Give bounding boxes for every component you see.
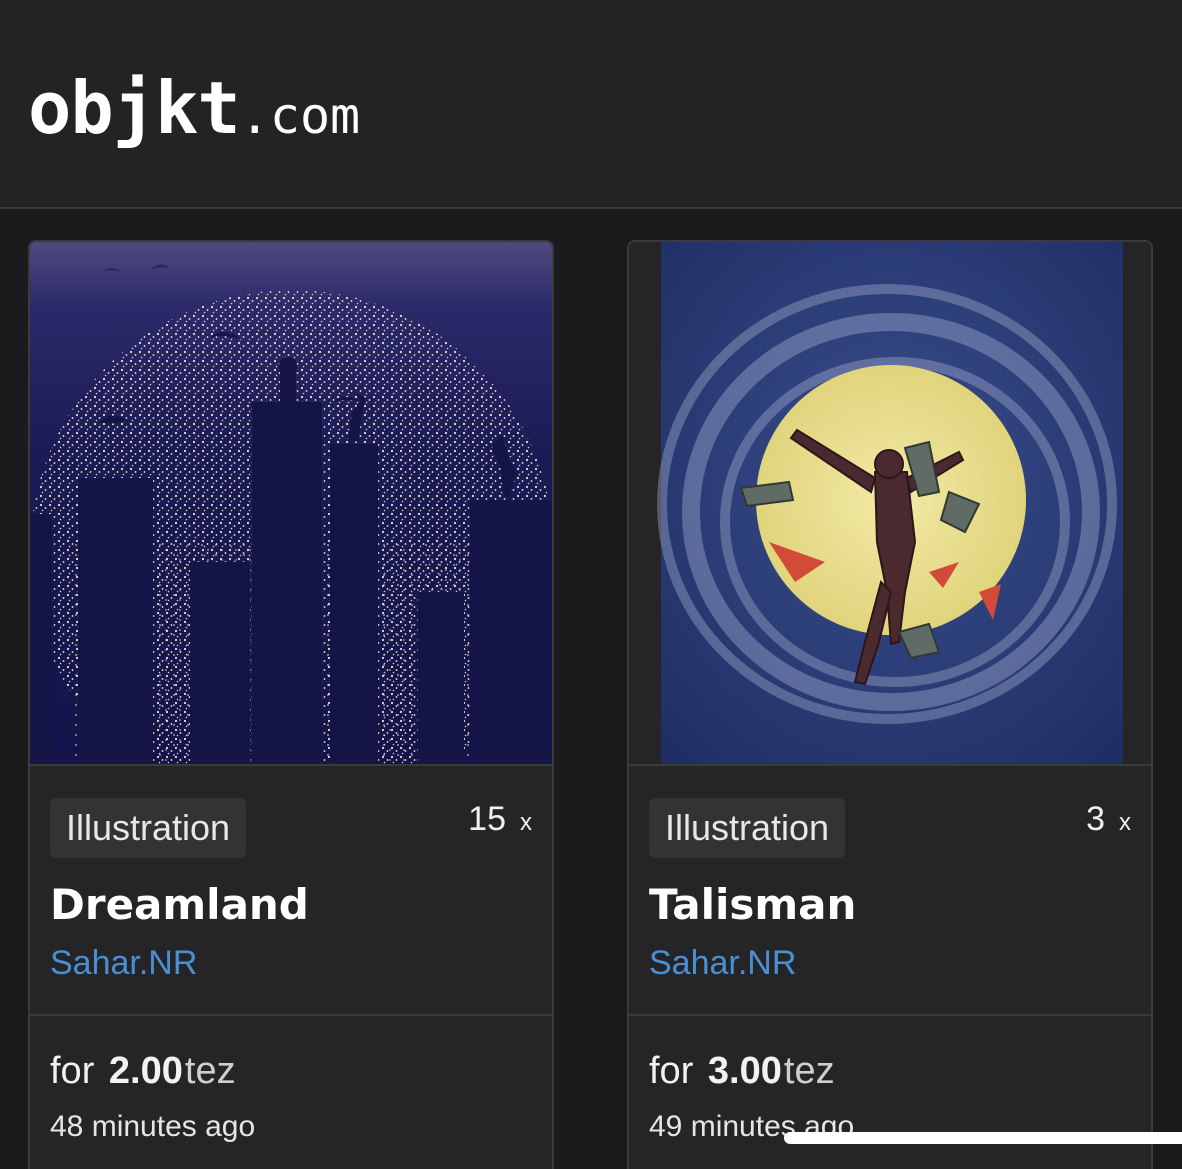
price-prefix: for bbox=[649, 1050, 694, 1092]
logo-tld-text: .com bbox=[239, 87, 361, 145]
artwork-thumbnail-talisman[interactable] bbox=[629, 242, 1151, 766]
artwork-card[interactable]: Illustration 3x Talisman Sahar.NR for 3.… bbox=[627, 240, 1153, 1169]
price-unit: tez bbox=[184, 1050, 236, 1092]
edition-count-suffix: x bbox=[520, 809, 532, 836]
edition-count-number: 15 bbox=[468, 800, 506, 838]
sale-info: for 3.00tez 49 minutes ago bbox=[629, 1018, 1151, 1169]
artwork-thumbnail-dreamland[interactable] bbox=[30, 242, 552, 766]
sale-info: for 2.00tez 48 minutes ago bbox=[30, 1018, 552, 1169]
artwork-info: Illustration 15 x Dreamland Sahar.NR bbox=[30, 768, 552, 1016]
site-logo[interactable]: objkt.com bbox=[28, 66, 360, 150]
sale-time: 48 minutes ago bbox=[50, 1110, 256, 1143]
artwork-title[interactable]: Talisman bbox=[649, 880, 856, 929]
edition-count-number: 3 bbox=[1086, 800, 1105, 838]
sale-price: for 3.00tez bbox=[649, 1050, 835, 1093]
edition-count: 15 x bbox=[468, 800, 532, 839]
edition-count-suffix: x bbox=[1119, 809, 1131, 836]
horizontal-scrollbar[interactable] bbox=[784, 1132, 1182, 1144]
price-unit: tez bbox=[783, 1050, 835, 1092]
price-amount: 2.00 bbox=[108, 1050, 183, 1092]
category-tag[interactable]: Illustration bbox=[50, 798, 247, 858]
artist-link[interactable]: Sahar.NR bbox=[50, 944, 197, 983]
talisman-artwork-image bbox=[657, 242, 1123, 764]
artist-link[interactable]: Sahar.NR bbox=[649, 944, 796, 983]
price-prefix: for bbox=[50, 1050, 95, 1092]
category-tag[interactable]: Illustration bbox=[649, 798, 846, 858]
edition-count: 3x bbox=[1086, 800, 1131, 839]
sale-price: for 2.00tez bbox=[50, 1050, 236, 1093]
artwork-card[interactable]: Illustration 15 x Dreamland Sahar.NR for … bbox=[28, 240, 554, 1169]
logo-main-text: objkt bbox=[28, 66, 241, 150]
site-header: objkt.com bbox=[0, 0, 1182, 209]
artwork-info: Illustration 3x Talisman Sahar.NR bbox=[629, 768, 1151, 1016]
artwork-title[interactable]: Dreamland bbox=[50, 880, 309, 929]
price-amount: 3.00 bbox=[707, 1050, 782, 1092]
dreamland-artwork-image bbox=[30, 264, 552, 764]
